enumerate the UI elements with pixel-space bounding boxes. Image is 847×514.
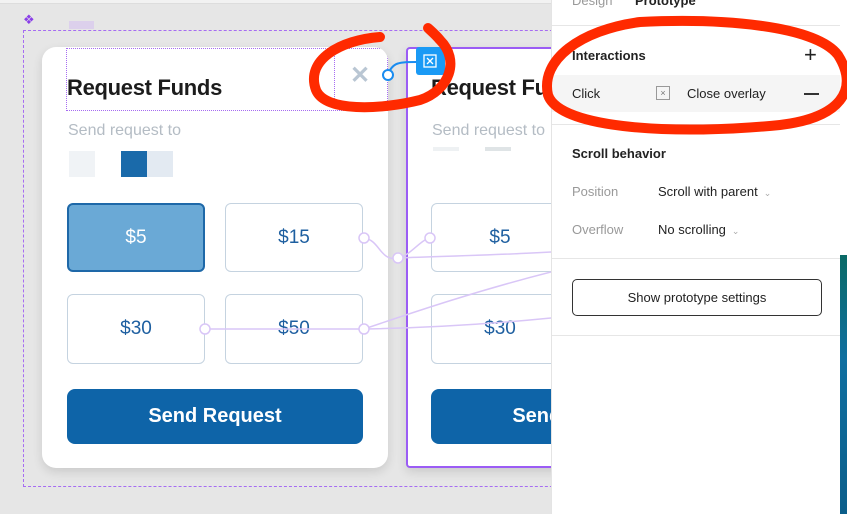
scroll-behavior-heading: Scroll behavior — [572, 146, 666, 161]
chevron-down-icon: ⌄ — [763, 188, 772, 198]
connection-node — [358, 323, 370, 335]
show-prototype-settings-button[interactable]: Show prototype settings — [572, 279, 822, 316]
interactions-heading: Interactions — [572, 48, 646, 63]
connection-origin-node — [382, 69, 394, 81]
connection-node — [392, 252, 404, 264]
interaction-row[interactable]: Click × Close overlay — [552, 75, 841, 112]
add-interaction-icon[interactable]: + — [804, 42, 817, 68]
position-dropdown[interactable]: Scroll with parent ⌄ — [658, 184, 771, 199]
prototype-connections — [199, 47, 551, 335]
interaction-action[interactable]: Close overlay — [687, 86, 766, 101]
divider — [552, 25, 841, 26]
properties-panel: Design Prototype Interactions + Click × … — [551, 0, 841, 514]
connection-node — [199, 323, 211, 335]
tab-design[interactable]: Design — [572, 0, 612, 8]
divider — [552, 258, 841, 259]
tab-prototype[interactable]: Prototype — [635, 0, 696, 8]
position-value: Scroll with parent — [658, 184, 758, 199]
interaction-trigger[interactable]: Click — [572, 86, 600, 101]
background-window-edge — [840, 0, 847, 514]
overflow-value: No scrolling — [658, 222, 726, 237]
overflow-label: Overflow — [572, 222, 624, 237]
overflow-dropdown[interactable]: No scrolling ⌄ — [658, 222, 739, 237]
connection-node — [358, 232, 370, 244]
chevron-down-icon: ⌄ — [731, 226, 740, 236]
design-canvas[interactable]: ❖ Request Funds ✕ Send request to $5 $15… — [0, 0, 551, 514]
connection-line — [397, 251, 551, 259]
position-label: Position — [572, 184, 619, 199]
divider — [552, 124, 841, 125]
close-overlay-action-icon: × — [656, 86, 670, 100]
remove-interaction-icon[interactable] — [804, 93, 819, 95]
divider — [552, 335, 841, 336]
connection-node — [424, 232, 436, 244]
